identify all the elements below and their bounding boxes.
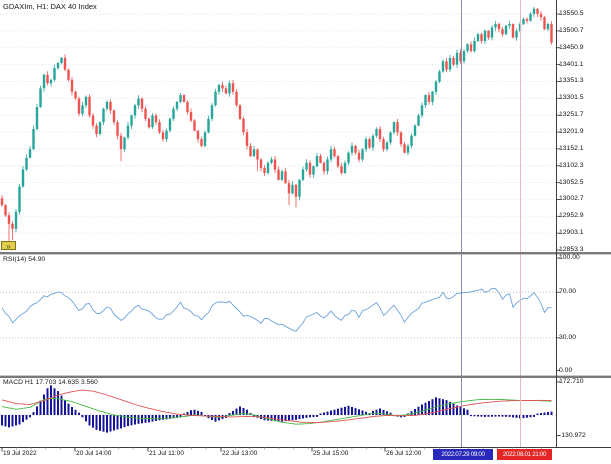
price-axis-label: 13450.9 [559, 44, 584, 51]
rsi-axis-label: 0.00 [559, 367, 572, 374]
time-axis-label: 20 Jul 14:00 [76, 450, 111, 457]
time-marker-start: 2022.07.29 09:00 [433, 449, 493, 460]
rsi-axis-label: 100.00 [559, 254, 580, 261]
price-axis-label: 12903.1 [559, 229, 584, 236]
price-axis-label: 13102.3 [559, 162, 584, 169]
rsi-axis-label: 70.00 [559, 288, 576, 295]
price-axis-label: 13002.7 [559, 195, 584, 202]
macd-axis-label: -130.972 [559, 432, 586, 439]
price-axis-label: 13052.5 [559, 179, 584, 186]
rsi-axis-label: 30.00 [559, 334, 576, 341]
time-axis-label: 19 Jul 2022 [3, 450, 37, 457]
chart-graphics[interactable] [0, 0, 611, 464]
price-axis-label: 13152.1 [559, 145, 584, 152]
macd-indicator-label: MACD H1 17.703 14.635 3.560 [3, 379, 98, 386]
rsi-indicator-label: RSI(14) 54.90 [3, 256, 45, 263]
price-axis-label: 13351.3 [559, 77, 584, 84]
price-axis-label: 13301.5 [559, 94, 584, 101]
price-axis-label: 13500.7 [559, 27, 584, 34]
price-axis-label: 13550.5 [559, 10, 584, 17]
time-axis-label: 21 Jul 11:00 [149, 450, 184, 457]
time-axis-label: 25 Jul 15:00 [313, 450, 348, 457]
time-marker-end: 2022.08.01 21:00 [497, 449, 552, 460]
rsi-line [2, 288, 552, 331]
time-axis-label: 26 Jul 12:00 [386, 450, 421, 457]
macd-line [2, 398, 552, 424]
macd-axis-label: 172.710 [559, 378, 584, 385]
price-axis-label: 12952.9 [559, 212, 584, 219]
price-axis-label: 13251.7 [559, 111, 584, 118]
panel-separator-rsi[interactable] [0, 252, 611, 254]
macd-histogram [1, 385, 553, 432]
chart-window: GDAXIm, H1: DAX 40 Index RSI(14) 54.90 M… [0, 0, 611, 464]
chart-title: GDAXIm, H1: DAX 40 Index [3, 2, 97, 11]
price-axis-label: 13201.9 [559, 128, 584, 135]
scroll-to-end-badge[interactable]: » [1, 241, 16, 250]
price-axis-label: 13401.1 [559, 61, 584, 68]
candlestick-series [1, 7, 553, 245]
price-axis-label: 12853.3 [559, 246, 584, 253]
panel-separator-macd[interactable] [0, 376, 611, 378]
time-axis-label: 22 Jul 13:00 [222, 450, 257, 457]
